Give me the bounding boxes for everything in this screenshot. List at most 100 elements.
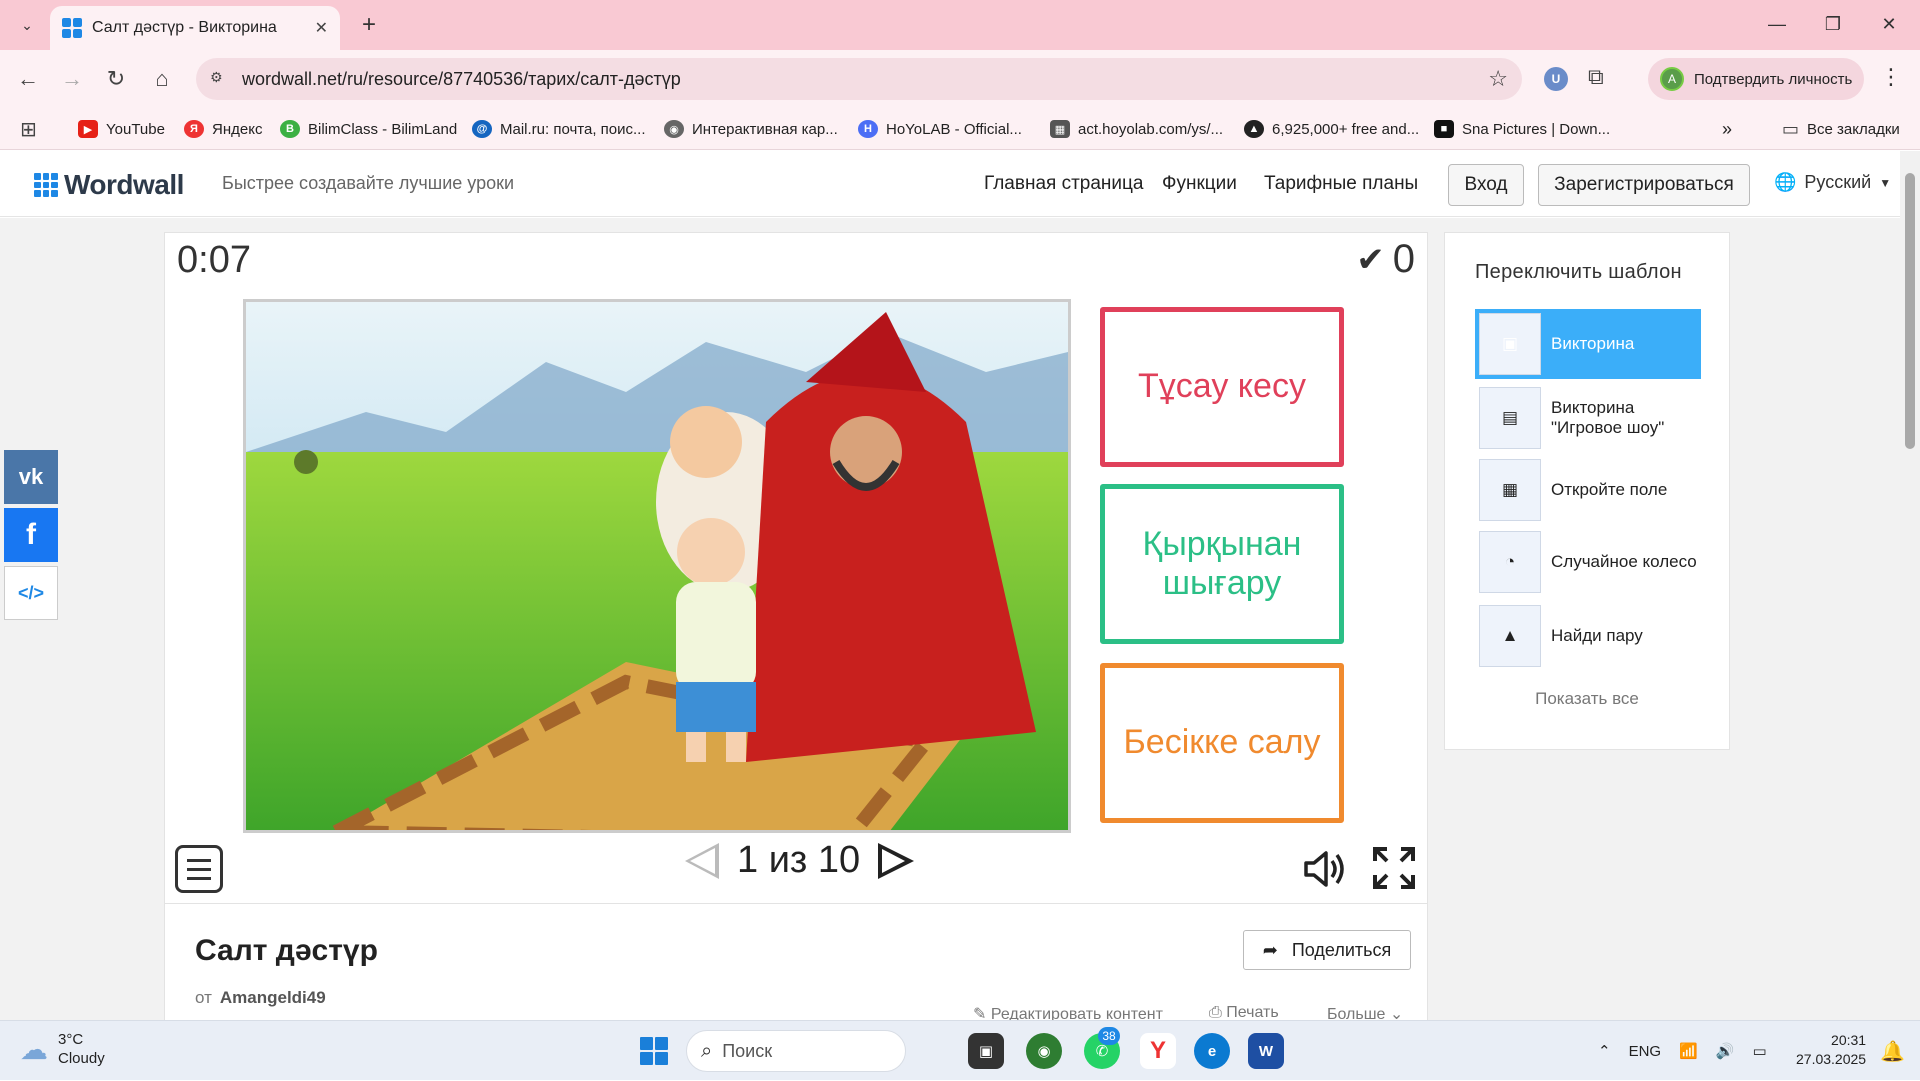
bookmark-mailru[interactable]: @ Mail.ru: почта, поис...	[472, 116, 646, 142]
apps-grid-icon[interactable]: ⊞	[20, 116, 37, 142]
bookmark-hoyolab[interactable]: H HoYoLAB - Official...	[858, 116, 1022, 142]
show-all-link[interactable]: Показать все	[1445, 689, 1729, 709]
bookmark-free-assets[interactable]: ▲ 6,925,000+ free and...	[1244, 116, 1419, 142]
bookmark-bilimclass[interactable]: B BilimClass - BilimLand	[280, 116, 457, 142]
battery-icon[interactable]: ▭	[1752, 1042, 1766, 1060]
verify-identity-button[interactable]: A Подтвердить личность	[1648, 58, 1864, 100]
language-selector[interactable]: 🌐 Русский ▼	[1774, 172, 1891, 193]
reload-icon[interactable]: ↻	[98, 61, 134, 97]
site-info-icon[interactable]: ⚙	[210, 69, 230, 89]
register-button[interactable]: Зарегистрироваться	[1538, 164, 1750, 206]
embed-button[interactable]: </>	[4, 566, 58, 620]
window-close-icon[interactable]: ✕	[1864, 6, 1914, 42]
taskbar-search[interactable]: ⌕ Поиск	[686, 1030, 906, 1072]
wordwall-logo[interactable]: Wordwall	[34, 169, 184, 201]
template-gameshow-quiz[interactable]: ▤ Викторина "Игровое шоу"	[1475, 383, 1701, 453]
quiz-illustration	[246, 302, 1068, 830]
browser-toolbar: ← → ↻ ⌂ ⚙ wordwall.net/ru/resource/87740…	[0, 50, 1920, 108]
facebook-icon: f	[26, 518, 36, 551]
all-bookmarks-button[interactable]: ▭ Все закладки	[1782, 116, 1900, 142]
vk-icon: vk	[18, 464, 44, 489]
weather-widget[interactable]: ☁ 3°C Cloudy	[20, 1031, 105, 1069]
main-content: vk f </> 0:07 ✔ 0 Тұсау кесу Қырқынан шы…	[0, 218, 1900, 1023]
nav-home[interactable]: Главная страница	[984, 173, 1144, 195]
url-text[interactable]: wordwall.net/ru/resource/87740536/тарих/…	[242, 69, 681, 90]
activity-info: Салт дәстүр от Amangeldi49 ➦ Поделиться ✎…	[164, 904, 1428, 1023]
extension-u-icon[interactable]: U	[1544, 67, 1568, 91]
weather-temp: 3°C	[58, 1031, 84, 1048]
taskbar-clock[interactable]: 20:31 27.03.2025	[1796, 1031, 1866, 1069]
edge-icon[interactable]: e	[1194, 1033, 1230, 1069]
windows-start-icon[interactable]	[640, 1037, 668, 1065]
home-icon[interactable]: ⌂	[144, 61, 180, 97]
browser-menu-dots-icon[interactable]: ⋮	[1880, 64, 1902, 90]
volume-icon[interactable]: 🔊	[1716, 1042, 1735, 1060]
whatsapp-badge: 38	[1098, 1027, 1120, 1045]
random-wheel-template-icon: ◔	[1479, 531, 1541, 593]
input-language[interactable]: ENG	[1629, 1043, 1662, 1060]
search-icon: ⌕	[701, 1039, 713, 1062]
template-quiz[interactable]: ▣ Викторина	[1475, 309, 1701, 379]
sound-icon[interactable]	[1300, 845, 1348, 893]
activity-title: Салт дәстүр	[195, 934, 378, 967]
fullscreen-icon[interactable]	[1371, 845, 1417, 891]
author-link[interactable]: Amangeldi49	[220, 988, 326, 1007]
embed-code-icon: </>	[17, 582, 45, 603]
switch-template-panel: Переключить шаблон ▣ Викторина ▤ Виктори…	[1444, 232, 1730, 750]
nav-pricing[interactable]: Тарифные планы	[1264, 173, 1418, 195]
address-bar[interactable]: ⚙ wordwall.net/ru/resource/87740536/тари…	[196, 58, 1522, 100]
verify-identity-label: Подтвердить личность	[1694, 70, 1853, 88]
notification-bell-icon[interactable]: 🔔	[1880, 1039, 1905, 1064]
forward-arrow-icon[interactable]: →	[54, 61, 90, 97]
page-scrollbar[interactable]	[1900, 151, 1920, 1020]
share-button[interactable]: ➦ Поделиться	[1243, 930, 1411, 970]
hoyolab-icon: H	[858, 120, 878, 138]
template-match-up[interactable]: ▲ Найди пару	[1475, 601, 1701, 671]
page-indicator: 1 из 10	[737, 839, 861, 881]
act-hoyolab-icon: ▦	[1050, 120, 1070, 138]
browser-tab-active[interactable]: Салт дәстүр - Викторина ✕	[50, 6, 340, 50]
back-arrow-icon[interactable]: ←	[10, 61, 46, 97]
template-random-wheel[interactable]: ◔ Случайное колесо	[1475, 527, 1701, 597]
template-open-the-box[interactable]: ▦ Откройте поле	[1475, 455, 1701, 525]
answer-option-1[interactable]: Тұсау кесу	[1100, 307, 1344, 467]
tab-close-icon[interactable]: ✕	[315, 18, 328, 38]
bookmark-interactive-map[interactable]: ◉ Интерактивная кар...	[664, 116, 838, 142]
previous-arrow-icon[interactable]	[685, 842, 719, 879]
next-arrow-icon[interactable]	[878, 842, 915, 879]
tray-overflow-chevron-icon[interactable]: ⌃	[1598, 1042, 1611, 1060]
tab-search-chevron-icon[interactable]: ⌄	[10, 8, 44, 42]
login-button[interactable]: Вход	[1448, 164, 1524, 206]
bookmark-youtube[interactable]: ▶ YouTube	[78, 116, 165, 142]
score: ✔ 0	[1356, 237, 1415, 281]
vk-share-button[interactable]: vk	[4, 450, 58, 504]
yandex-icon: Я	[184, 120, 204, 138]
nav-features[interactable]: Функции	[1162, 173, 1237, 195]
new-tab-plus-icon[interactable]: +	[352, 8, 386, 42]
task-view-icon[interactable]: ▣	[968, 1033, 1004, 1069]
scrollbar-thumb[interactable]	[1905, 173, 1915, 449]
tagline: Быстрее создавайте лучшие уроки	[222, 173, 515, 193]
answer-option-3[interactable]: Бесікке салу	[1100, 663, 1344, 823]
yandex-browser-icon[interactable]: Y	[1140, 1033, 1176, 1069]
match-up-template-icon: ▲	[1479, 605, 1541, 667]
bookmark-yandex[interactable]: Я Яндекс	[184, 116, 262, 142]
minimize-icon[interactable]: —	[1752, 6, 1802, 42]
free-assets-icon: ▲	[1244, 120, 1264, 138]
restore-icon[interactable]: ❐	[1808, 6, 1858, 42]
windows-taskbar: ☁ 3°C Cloudy ⌕ Поиск ▣ ◉ ✆ 38 Y e W ⌃ EN…	[0, 1020, 1920, 1080]
bookmarks-overflow-icon[interactable]: »	[1722, 116, 1732, 142]
wifi-icon[interactable]: 📶	[1679, 1042, 1698, 1060]
game-menu-button[interactable]	[175, 845, 223, 893]
dropdown-caret-icon: ▼	[1879, 175, 1892, 190]
chrome-icon[interactable]: ◉	[1026, 1033, 1062, 1069]
browser-tab-strip: ⌄ Салт дәстүр - Викторина ✕ + — ❐ ✕	[0, 0, 1920, 50]
facebook-share-button[interactable]: f	[4, 508, 58, 562]
bookmark-star-icon[interactable]: ☆	[1488, 66, 1508, 92]
word-icon[interactable]: W	[1248, 1033, 1284, 1069]
answer-option-2[interactable]: Қырқынан шығару	[1100, 484, 1344, 644]
globe-icon: 🌐	[1774, 172, 1797, 192]
extensions-puzzle-icon[interactable]: ⧉	[1588, 64, 1604, 90]
bookmark-act-hoyolab[interactable]: ▦ act.hoyolab.com/ys/...	[1050, 116, 1223, 142]
bookmark-sna-pictures[interactable]: ■ Sna Pictures | Down...	[1434, 116, 1610, 142]
